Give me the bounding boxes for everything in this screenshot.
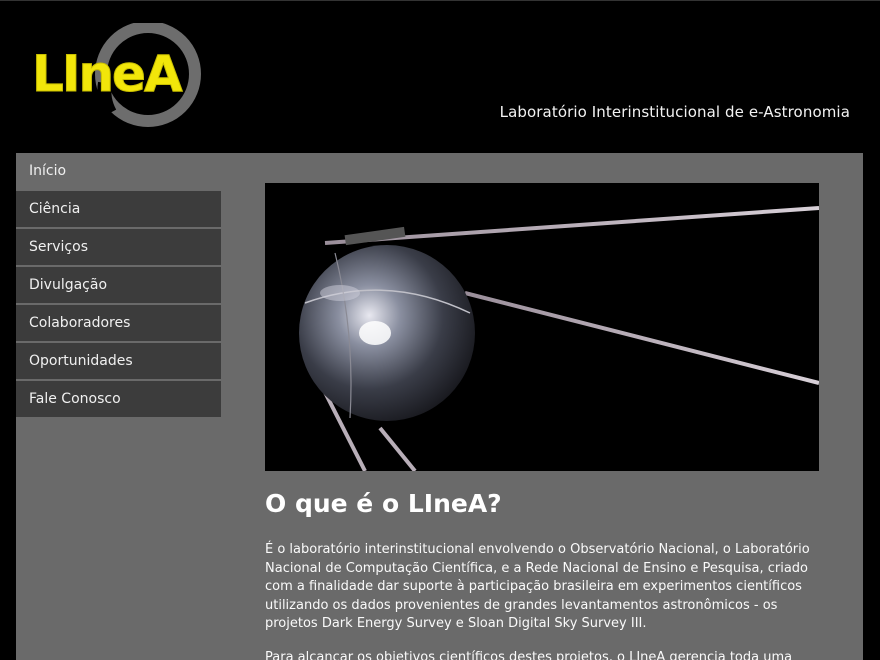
nav-item-fale-conosco[interactable]: Fale Conosco bbox=[16, 381, 221, 417]
linea-logo[interactable]: LIneA bbox=[30, 21, 220, 133]
content-panel: Início Ciência Serviços Divulgação Colab… bbox=[16, 153, 863, 660]
sidebar-nav: Início Ciência Serviços Divulgação Colab… bbox=[16, 153, 221, 419]
nav-item-oportunidades[interactable]: Oportunidades bbox=[16, 343, 221, 379]
header: LIneA Laboratório Interinstitucional de … bbox=[0, 1, 880, 153]
second-paragraph: Para alcançar os objetivos científicos d… bbox=[265, 650, 793, 660]
nav-item-divulgacao[interactable]: Divulgação bbox=[16, 267, 221, 303]
hero-image-sputnik bbox=[265, 183, 819, 471]
page-title: O que é o LIneA? bbox=[265, 489, 502, 518]
intro-paragraph: É o laboratório interinstitucional envol… bbox=[265, 542, 810, 632]
nav-item-servicos[interactable]: Serviços bbox=[16, 229, 221, 265]
nav-item-inicio[interactable]: Início bbox=[16, 153, 221, 189]
nav-item-colaboradores[interactable]: Colaboradores bbox=[16, 305, 221, 341]
logo-text: LIneA bbox=[32, 45, 183, 103]
nav-item-ciencia[interactable]: Ciência bbox=[16, 191, 221, 227]
site-tagline: Laboratório Interinstitucional de e-Astr… bbox=[499, 103, 850, 121]
page: LIneA Laboratório Interinstitucional de … bbox=[0, 0, 880, 660]
